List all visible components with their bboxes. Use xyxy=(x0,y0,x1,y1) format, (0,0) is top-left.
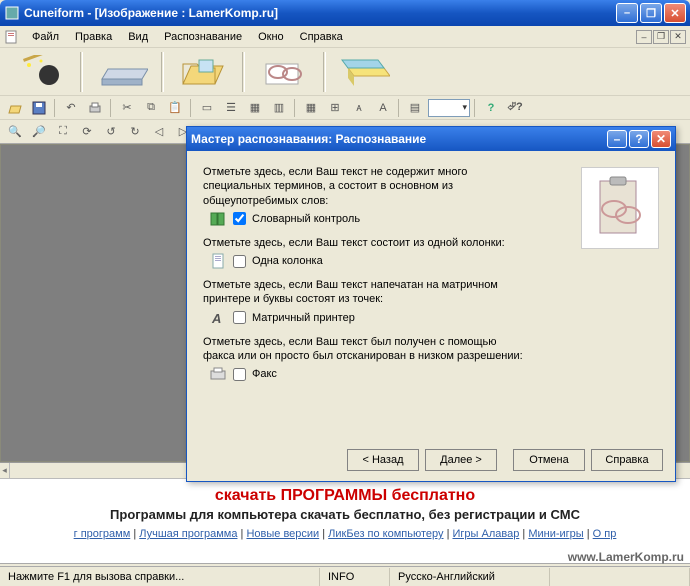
fax-icon xyxy=(209,365,227,383)
dialog-minimize-button[interactable]: – xyxy=(607,130,627,148)
block-table-icon[interactable]: ▥ xyxy=(268,98,290,118)
paste-icon[interactable]: 📋 xyxy=(164,98,186,118)
option2-desc: Отметьте здесь, если Ваш текст состоит и… xyxy=(203,236,523,250)
link-likbez[interactable]: ЛикБез по компьютеру xyxy=(328,528,443,540)
menu-edit[interactable]: Правка xyxy=(67,29,120,45)
scan-button[interactable] xyxy=(87,51,157,93)
menubar: Файл Правка Вид Распознавание Окно Справ… xyxy=(0,26,690,48)
fit-width-icon[interactable]: ⛶ xyxy=(52,122,74,142)
table-tool-icon[interactable]: ▦ xyxy=(300,98,322,118)
lang-combo[interactable] xyxy=(428,99,470,117)
save-file-icon[interactable] xyxy=(28,98,50,118)
save-button[interactable] xyxy=(330,51,400,93)
fax-label: Факс xyxy=(252,368,277,380)
whatsthis-icon[interactable]: ⮰? xyxy=(504,98,526,118)
toolbar-separator xyxy=(242,52,245,92)
single-column-checkbox[interactable] xyxy=(233,255,246,268)
link-row: г программ | Лучшая программа | Новые ве… xyxy=(12,528,678,540)
block-image-icon[interactable]: ▦ xyxy=(244,98,266,118)
status-lang: Русско-Английский xyxy=(390,568,550,586)
link-about[interactable]: О пр xyxy=(593,528,617,540)
mdi-doc-icon xyxy=(4,29,20,45)
link-best[interactable]: Лучшая программа xyxy=(139,528,237,540)
status-hint: Нажмите F1 для вызова справки... xyxy=(0,568,320,586)
svg-text:A: A xyxy=(211,311,221,325)
refresh-icon[interactable]: ⟳ xyxy=(76,122,98,142)
main-toolbar xyxy=(0,48,690,96)
open-button[interactable] xyxy=(168,51,238,93)
mdi-minimize-button[interactable]: – xyxy=(636,30,652,44)
option3-desc: Отметьте здесь, если Ваш текст напечатан… xyxy=(203,278,523,307)
wizard-button[interactable] xyxy=(6,51,76,93)
maximize-button[interactable]: ❐ xyxy=(640,3,662,23)
wizard-dialog: Мастер распознавания: Распознавание – ? … xyxy=(186,126,676,482)
link-catalog[interactable]: г программ xyxy=(74,528,131,540)
statusbar: Нажмите F1 для вызова справки... INFO Ру… xyxy=(0,566,690,586)
status-extra xyxy=(550,568,690,586)
status-info: INFO xyxy=(320,568,390,586)
table-insert-icon[interactable]: ⊞ xyxy=(324,98,346,118)
dictionary-checkbox[interactable] xyxy=(233,212,246,225)
dictionary-icon xyxy=(209,210,227,228)
help-button[interactable]: Справка xyxy=(591,449,663,471)
wizard-illustration xyxy=(581,167,659,249)
mdi-restore-button[interactable]: ❐ xyxy=(653,30,669,44)
toolbar-separator xyxy=(80,52,83,92)
menu-window[interactable]: Окно xyxy=(250,29,292,45)
next-button[interactable]: Далее > xyxy=(425,449,497,471)
page-left-icon[interactable]: ◁ xyxy=(148,122,170,142)
rotate-left-icon[interactable]: ↺ xyxy=(100,122,122,142)
option4-desc: Отметьте здесь, если Ваш текст был получ… xyxy=(203,335,523,364)
back-button[interactable]: < Назад xyxy=(347,449,419,471)
dialog-titlebar: Мастер распознавания: Распознавание – ? … xyxy=(187,127,675,151)
menu-help[interactable]: Справка xyxy=(292,29,351,45)
single-column-label: Одна колонка xyxy=(252,255,323,267)
cut-icon[interactable]: ✂ xyxy=(116,98,138,118)
block-text-icon[interactable]: ☰ xyxy=(220,98,242,118)
recognize-button[interactable] xyxy=(249,51,319,93)
option1-desc: Отметьте здесь, если Ваш текст не содерж… xyxy=(203,165,523,208)
single-column-icon xyxy=(209,252,227,270)
font-small-icon[interactable]: ᴀ xyxy=(348,98,370,118)
help-icon[interactable]: ? xyxy=(480,98,502,118)
minimize-button[interactable]: – xyxy=(616,3,638,23)
copy-icon[interactable]: ⧉ xyxy=(140,98,162,118)
link-mini[interactable]: Мини-игры xyxy=(528,528,583,540)
menu-view[interactable]: Вид xyxy=(120,29,156,45)
print-icon[interactable] xyxy=(84,98,106,118)
toolbar-separator xyxy=(161,52,164,92)
standard-toolbar: ↶ ✂ ⧉ 📋 ▭ ☰ ▦ ▥ ▦ ⊞ ᴀ A ▤ ? ⮰? xyxy=(0,96,690,120)
zoom-in-icon[interactable]: 🔍 xyxy=(4,122,26,142)
menu-recognition[interactable]: Распознавание xyxy=(156,29,250,45)
close-button[interactable]: ✕ xyxy=(664,3,686,23)
font-big-icon[interactable]: A xyxy=(372,98,394,118)
dotmatrix-icon: A xyxy=(209,309,227,327)
dialog-help-button[interactable]: ? xyxy=(629,130,649,148)
dictionary-label: Словарный контроль xyxy=(252,213,360,225)
rotate-right-icon[interactable]: ↻ xyxy=(124,122,146,142)
mdi-close-button[interactable]: ✕ xyxy=(670,30,686,44)
dotmatrix-checkbox[interactable] xyxy=(233,311,246,324)
lang-icon[interactable]: ▤ xyxy=(404,98,426,118)
link-alawar[interactable]: Игры Алавар xyxy=(453,528,520,540)
titlebar: Cuneiform - [Изображение : LamerKomp.ru]… xyxy=(0,0,690,26)
open-file-icon[interactable] xyxy=(4,98,26,118)
menu-file[interactable]: Файл xyxy=(24,29,67,45)
dialog-close-button[interactable]: ✕ xyxy=(651,130,671,148)
page-headline: скачать ПРОГРАММЫ бесплатно xyxy=(12,487,678,505)
fax-checkbox[interactable] xyxy=(233,368,246,381)
zoom-out-icon[interactable]: 🔎 xyxy=(28,122,50,142)
toolbar-separator xyxy=(323,52,326,92)
cancel-button[interactable]: Отмена xyxy=(513,449,585,471)
dialog-title: Мастер распознавания: Распознавание xyxy=(191,132,426,146)
app-icon xyxy=(4,5,20,21)
window-title: Cuneiform - [Изображение : LamerKomp.ru] xyxy=(24,6,616,20)
page-subhead: Программы для компьютера скачать бесплат… xyxy=(12,507,678,522)
dotmatrix-label: Матричный принтер xyxy=(252,312,355,324)
undo-icon[interactable]: ↶ xyxy=(60,98,82,118)
select-tool-icon[interactable]: ▭ xyxy=(196,98,218,118)
watermark: www.LamerKomp.ru xyxy=(568,550,684,564)
link-new[interactable]: Новые версии xyxy=(246,528,319,540)
ruler-stub: ◂ xyxy=(0,463,10,478)
